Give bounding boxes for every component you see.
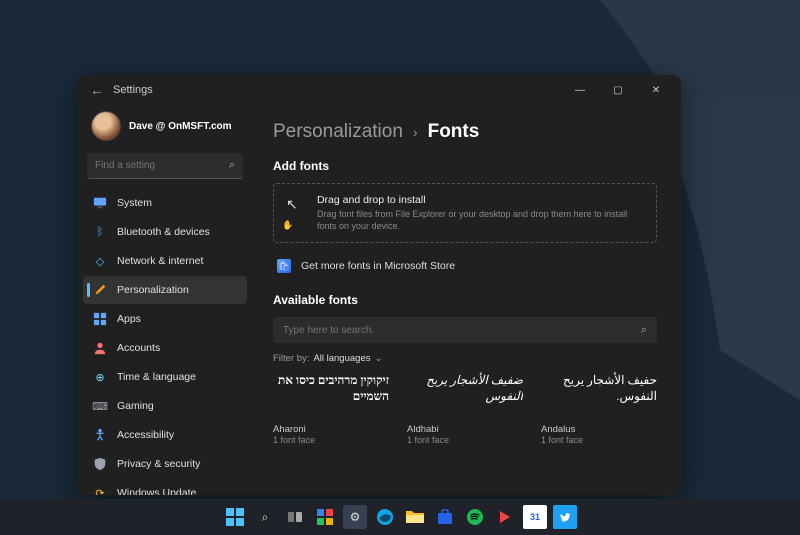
store-link-label: Get more fonts in Microsoft Store (301, 260, 455, 272)
font-name: Aharoni (273, 424, 389, 435)
store-taskbar-icon[interactable] (433, 505, 457, 529)
sidebar-item-bluetooth[interactable]: ᛒ Bluetooth & devices (83, 218, 247, 246)
sidebar-item-apps[interactable]: Apps (83, 305, 247, 333)
font-faces: 1 font face (273, 435, 389, 445)
font-search[interactable]: ⌕ (273, 317, 657, 343)
titlebar: ← Settings ― ▢ ✕ (77, 75, 681, 105)
font-preview: ضفيف الأشجار يربح النفوس (407, 372, 523, 414)
sidebar-item-label: Gaming (117, 400, 154, 412)
chevron-right-icon: › (413, 124, 418, 140)
font-faces: 1 font face (407, 435, 523, 445)
task-view-icon[interactable] (283, 505, 307, 529)
window-controls: ― ▢ ✕ (563, 78, 673, 102)
settings-search[interactable]: ⌕ (87, 153, 243, 179)
search-icon: ⌕ (641, 324, 647, 337)
gaming-icon: ⌨ (93, 399, 107, 413)
font-faces: 1 font face (541, 435, 657, 445)
settings-window: ← Settings ― ▢ ✕ Dave @ OnMSFT.com ⌕ Sys… (77, 75, 681, 495)
main-content: Personalization › Fonts Add fonts ↖✋ Dra… (253, 105, 681, 495)
sidebar-item-label: System (117, 197, 152, 209)
font-search-input[interactable] (283, 325, 641, 336)
widgets-icon[interactable] (313, 505, 337, 529)
person-icon (93, 341, 107, 355)
font-preview: זיקוקין מרהיבים כיסו את השמיים (273, 372, 389, 414)
avatar (91, 111, 121, 141)
window-title: Settings (113, 84, 153, 96)
sidebar: Dave @ OnMSFT.com ⌕ System ᛒ Bluetooth &… (77, 105, 253, 495)
start-button[interactable] (223, 505, 247, 529)
twitter-icon[interactable] (553, 505, 577, 529)
sidebar-item-accessibility[interactable]: Accessibility (83, 421, 247, 449)
add-fonts-heading: Add fonts (273, 159, 657, 173)
sidebar-item-label: Personalization (117, 284, 189, 296)
sidebar-item-label: Windows Update (117, 487, 196, 495)
taskbar: ⌕ ⚙ 31 (0, 499, 800, 535)
sidebar-item-accounts[interactable]: Accounts (83, 334, 247, 362)
username: Dave @ OnMSFT.com (129, 121, 232, 132)
fonts-grid: זיקוקין מרהיבים כיסו את השמיים Aharoni 1… (273, 372, 657, 445)
font-name: Aldhabi (407, 424, 523, 435)
globe-icon: ⊕ (93, 370, 107, 384)
sidebar-item-label: Privacy & security (117, 458, 200, 470)
sidebar-item-privacy[interactable]: Privacy & security (83, 450, 247, 478)
apps-icon (93, 312, 107, 326)
media-player-icon[interactable] (493, 505, 517, 529)
profile[interactable]: Dave @ OnMSFT.com (81, 105, 249, 153)
search-icon: ⌕ (229, 159, 235, 172)
spotify-icon[interactable] (463, 505, 487, 529)
sidebar-item-label: Accessibility (117, 429, 174, 441)
taskbar-search-icon[interactable]: ⌕ (253, 505, 277, 529)
minimize-button[interactable]: ― (563, 78, 597, 102)
store-link[interactable]: 🛍 Get more fonts in Microsoft Store (273, 253, 657, 287)
sidebar-item-gaming[interactable]: ⌨ Gaming (83, 392, 247, 420)
calendar-icon[interactable]: 31 (523, 505, 547, 529)
font-name: Andalus (541, 424, 657, 435)
font-card-aldhabi[interactable]: ضفيف الأشجار يربح النفوس Aldhabi 1 font … (407, 372, 523, 445)
sidebar-item-personalization[interactable]: Personalization (83, 276, 247, 304)
sidebar-item-system[interactable]: System (83, 189, 247, 217)
edge-icon[interactable] (373, 505, 397, 529)
settings-search-input[interactable] (95, 160, 229, 171)
chevron-down-icon: ⌄ (374, 353, 382, 364)
font-card-andalus[interactable]: حفيف الأشجار يريح النفوس. Andalus 1 font… (541, 372, 657, 445)
settings-taskbar-icon[interactable]: ⚙ (343, 505, 367, 529)
sidebar-item-label: Network & internet (117, 255, 203, 267)
accessibility-icon (93, 428, 107, 442)
wifi-icon: ◇ (93, 254, 107, 268)
update-icon: ⟳ (93, 486, 107, 495)
sidebar-item-label: Time & language (117, 371, 196, 383)
drop-zone-title: Drag and drop to install (317, 194, 644, 206)
filter-label: Filter by: (273, 353, 309, 364)
back-button[interactable]: ← (85, 82, 109, 98)
sidebar-item-time[interactable]: ⊕ Time & language (83, 363, 247, 391)
available-fonts-heading: Available fonts (273, 293, 657, 307)
store-icon: 🛍 (277, 259, 291, 273)
page-title: Fonts (428, 121, 480, 143)
font-filter[interactable]: Filter by: All languages ⌄ (273, 353, 657, 364)
sidebar-item-label: Apps (117, 313, 141, 325)
bluetooth-icon: ᛒ (93, 225, 107, 239)
system-icon (93, 196, 107, 210)
sidebar-item-network[interactable]: ◇ Network & internet (83, 247, 247, 275)
drop-zone-description: Drag font files from File Explorer or yo… (317, 208, 644, 232)
breadcrumb-parent[interactable]: Personalization (273, 121, 403, 143)
font-card-aharoni[interactable]: זיקוקין מרהיבים כיסו את השמיים Aharoni 1… (273, 372, 389, 445)
drag-cursor-icon: ↖✋ (286, 196, 305, 229)
maximize-button[interactable]: ▢ (601, 78, 635, 102)
font-preview: حفيف الأشجار يريح النفوس. (541, 372, 657, 414)
close-button[interactable]: ✕ (639, 78, 673, 102)
sidebar-item-label: Bluetooth & devices (117, 226, 210, 238)
breadcrumb: Personalization › Fonts (273, 121, 657, 143)
shield-icon (93, 457, 107, 471)
sidebar-item-update[interactable]: ⟳ Windows Update (83, 479, 247, 495)
paintbrush-icon (93, 283, 107, 297)
sidebar-item-label: Accounts (117, 342, 160, 354)
font-drop-zone[interactable]: ↖✋ Drag and drop to install Drag font fi… (273, 183, 657, 243)
explorer-icon[interactable] (403, 505, 427, 529)
filter-value: All languages (313, 353, 370, 364)
